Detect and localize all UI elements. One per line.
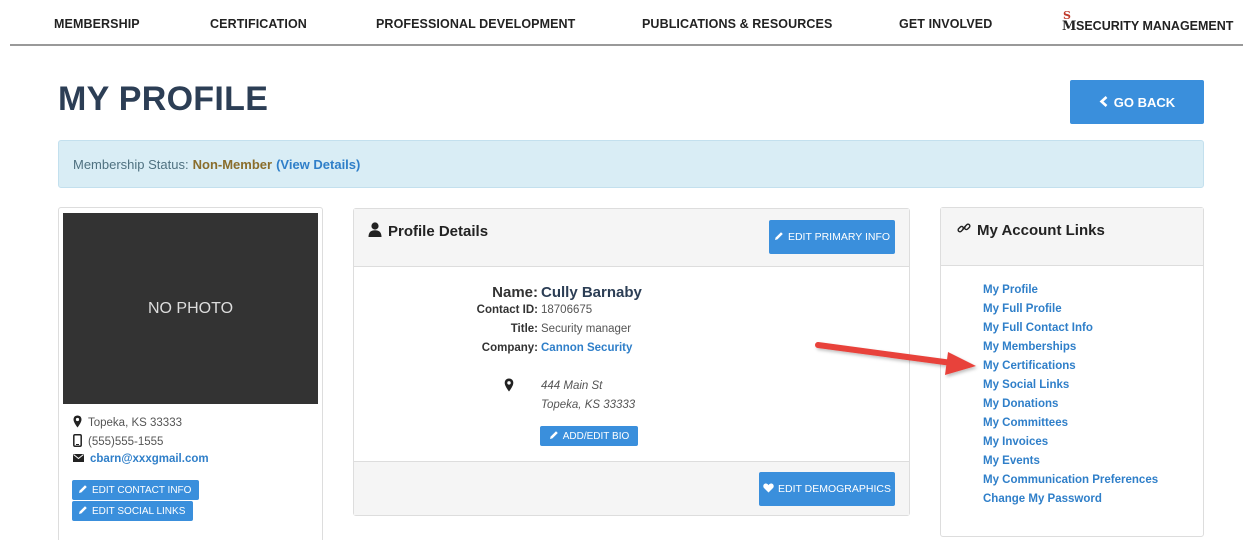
nav-security-management[interactable]: S M SECURITY MANAGEMENT: [1062, 9, 1234, 34]
add-edit-bio-label: ADD/EDIT BIO: [562, 430, 630, 442]
add-edit-bio-button[interactable]: ADD/EDIT BIO: [540, 426, 638, 446]
go-back-button[interactable]: GO BACK: [1070, 80, 1204, 124]
link-my-committees[interactable]: My Committees: [983, 417, 1158, 436]
membership-status-label: Membership Status:: [73, 156, 189, 172]
link-my-communication-preferences[interactable]: My Communication Preferences: [983, 474, 1158, 493]
profile-photo[interactable]: NO PHOTO: [63, 213, 318, 404]
pencil-icon: [774, 231, 784, 244]
location-text: Topeka, KS 33333: [88, 417, 182, 429]
edit-contact-info-button[interactable]: EDIT CONTACT INFO: [72, 480, 200, 500]
nav-publications-resources[interactable]: PUBLICATIONS & RESOURCES: [642, 17, 832, 31]
edit-social-links-label: EDIT SOCIAL LINKS: [92, 505, 186, 517]
membership-status-banner: Membership Status: Non-Member (View Deta…: [58, 140, 1204, 188]
contact-id-label: Contact ID:: [476, 304, 538, 316]
pencil-icon: [549, 430, 559, 443]
link-change-my-password[interactable]: Change My Password: [983, 493, 1158, 512]
top-navigation: MEMBERSHIP CERTIFICATION PROFESSIONAL DE…: [10, 0, 1243, 46]
nav-membership[interactable]: MEMBERSHIP: [54, 17, 140, 31]
pencil-icon: [78, 484, 88, 497]
phone-text: (555)555-1555: [88, 436, 164, 448]
page-title: MY PROFILE: [58, 80, 269, 118]
profile-details-footer: EDIT DEMOGRAPHICS: [354, 461, 909, 515]
email-link[interactable]: cbarn@xxxgmail.com: [90, 453, 209, 465]
phone-line: (555)555-1555: [73, 434, 163, 450]
edit-primary-info-label: EDIT PRIMARY INFO: [787, 231, 891, 243]
account-links-title: My Account Links: [957, 221, 1105, 239]
contact-id-value: 18706675: [541, 304, 593, 316]
account-links-title-text: My Account Links: [977, 221, 1105, 239]
link-my-events[interactable]: My Events: [983, 455, 1158, 474]
edit-primary-info-button[interactable]: EDIT PRIMARY INFO: [769, 220, 895, 254]
go-back-label: GO BACK: [1113, 94, 1176, 110]
map-marker-icon: [73, 415, 82, 431]
membership-status-value: Non-Member: [192, 156, 273, 172]
contact-card: NO PHOTO Topeka, KS 33333 (555)555-1555 …: [58, 207, 323, 540]
address-line-2: Topeka, KS 33333: [541, 399, 636, 411]
user-icon: [368, 222, 382, 241]
security-management-logo: S M: [1062, 9, 1077, 34]
nav-certification[interactable]: CERTIFICATION: [210, 17, 307, 31]
account-links-list: My Profile My Full Profile My Full Conta…: [983, 284, 1158, 512]
heart-icon: [763, 483, 774, 496]
link-my-social-links[interactable]: My Social Links: [983, 379, 1158, 398]
link-my-donations[interactable]: My Donations: [983, 398, 1158, 417]
edit-demographics-label: EDIT DEMOGRAPHICS: [778, 483, 891, 495]
address-line-1: 444 Main St: [541, 380, 603, 392]
edit-social-links-button[interactable]: EDIT SOCIAL LINKS: [72, 501, 194, 521]
logo-letter-m: M: [1062, 19, 1077, 34]
email-line: cbarn@xxxgmail.com: [73, 453, 209, 465]
profile-name: Cully Barnaby: [541, 284, 642, 301]
link-my-full-profile[interactable]: My Full Profile: [983, 303, 1158, 322]
link-my-full-contact-info[interactable]: My Full Contact Info: [983, 322, 1158, 341]
edit-demographics-button[interactable]: EDIT DEMOGRAPHICS: [759, 472, 895, 506]
company-link[interactable]: Cannon Security: [541, 342, 632, 354]
brand-label: SECURITY MANAGEMENT: [1076, 19, 1234, 33]
job-title-value: Security manager: [541, 323, 632, 335]
nav-professional-development[interactable]: PROFESSIONAL DEVELOPMENT: [376, 17, 575, 31]
link-my-profile[interactable]: My Profile: [983, 284, 1158, 303]
profile-details-panel: Profile Details EDIT PRIMARY INFO Name: …: [353, 208, 910, 516]
job-title-label: Title:: [510, 323, 538, 335]
location-line: Topeka, KS 33333: [73, 415, 182, 431]
link-icon: [957, 221, 971, 239]
account-links-header: My Account Links: [941, 208, 1203, 266]
map-marker-icon: [504, 378, 514, 397]
view-details-link[interactable]: (View Details): [276, 157, 360, 172]
profile-details-title: Profile Details: [368, 222, 488, 241]
name-label: Name:: [492, 284, 538, 301]
profile-details-header: Profile Details EDIT PRIMARY INFO: [354, 209, 909, 267]
profile-details-title-text: Profile Details: [388, 223, 489, 240]
nav-get-involved[interactable]: GET INVOLVED: [899, 17, 992, 31]
edit-contact-info-label: EDIT CONTACT INFO: [92, 484, 192, 496]
chevron-left-icon: [1099, 95, 1109, 110]
link-my-invoices[interactable]: My Invoices: [983, 436, 1158, 455]
account-links-panel: My Account Links My Profile My Full Prof…: [940, 207, 1204, 537]
envelope-icon: [73, 453, 84, 465]
no-photo-label: NO PHOTO: [147, 299, 234, 317]
company-label: Company:: [481, 342, 538, 354]
link-my-memberships[interactable]: My Memberships: [983, 341, 1158, 360]
mobile-phone-icon: [73, 434, 82, 450]
pencil-icon: [78, 505, 88, 518]
link-my-certifications[interactable]: My Certifications: [983, 360, 1158, 379]
